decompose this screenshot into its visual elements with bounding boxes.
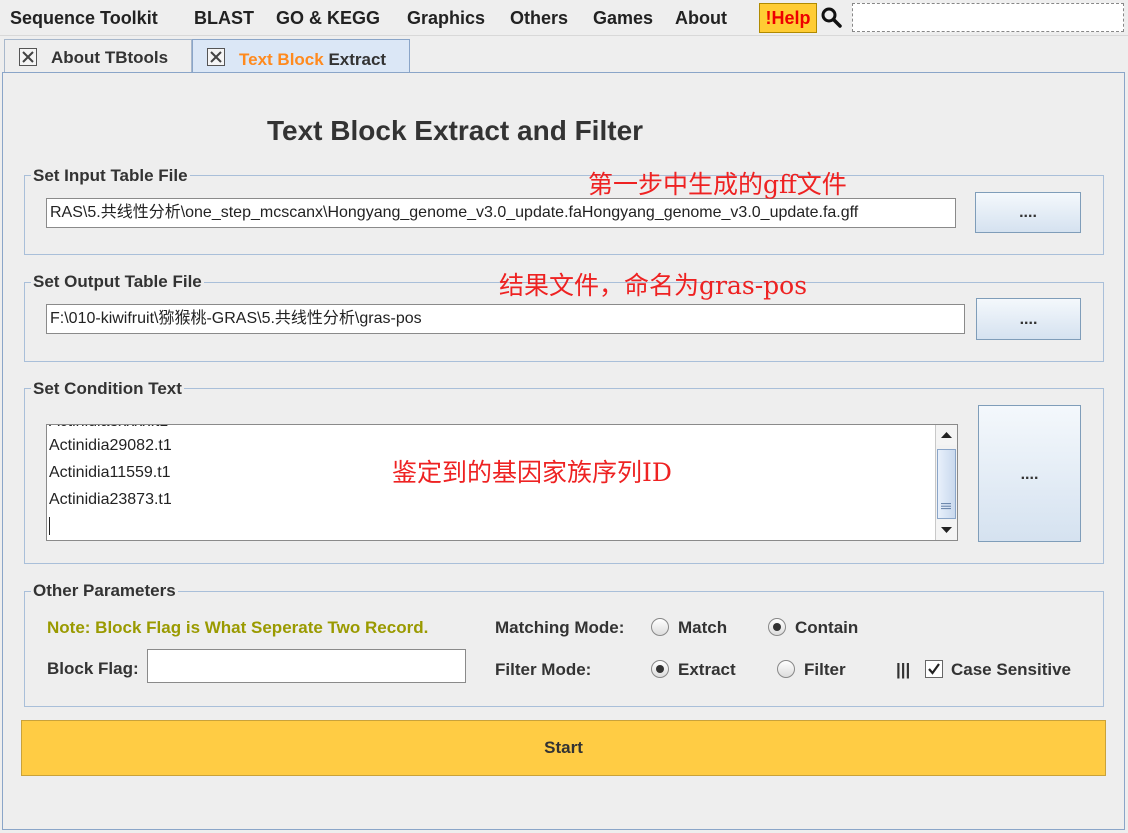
start-button[interactable]: Start: [21, 720, 1106, 776]
extract-radio-label[interactable]: Extract: [678, 660, 736, 680]
search-icon[interactable]: [820, 6, 844, 30]
menu-sequence-toolkit[interactable]: Sequence Toolkit: [10, 8, 158, 29]
output-section-title: Set Output Table File: [31, 272, 204, 292]
scroll-thumb[interactable]: [937, 449, 956, 519]
input-browse-button[interactable]: ....: [975, 192, 1081, 233]
scroll-down-icon[interactable]: [936, 520, 957, 540]
params-section-title: Other Parameters: [31, 581, 178, 601]
filter-radio[interactable]: [777, 660, 795, 678]
filter-mode-label: Filter Mode:: [495, 660, 592, 679]
output-browse-button[interactable]: ....: [976, 298, 1081, 340]
textarea-line: Actinidia29082.t1: [49, 437, 172, 454]
matching-mode-label: Matching Mode:: [495, 618, 625, 637]
menu-graphics[interactable]: Graphics: [407, 8, 485, 29]
menu-about[interactable]: About: [675, 8, 727, 29]
scroll-up-icon[interactable]: [936, 425, 957, 445]
condition-annotation: 鉴定到的基因家族序列ID: [392, 458, 672, 487]
match-radio-label[interactable]: Match: [678, 618, 727, 638]
tab-about-tbtools[interactable]: About TBtools: [4, 39, 192, 73]
checkmark-icon: [928, 663, 940, 675]
extract-radio[interactable]: [651, 660, 669, 678]
separator: |||: [896, 660, 911, 679]
menu-others[interactable]: Others: [510, 8, 568, 29]
condition-browse-button[interactable]: ....: [978, 405, 1081, 542]
tab-text-block-extract[interactable]: Text Block Extract: [192, 39, 410, 74]
help-button[interactable]: !Help: [759, 3, 817, 33]
condition-section-title: Set Condition Text: [31, 379, 184, 399]
input-section-title: Set Input Table File: [31, 166, 190, 186]
output-annotation: 结果文件，命名为gras-pos: [499, 271, 808, 300]
block-flag-input[interactable]: [147, 649, 466, 683]
match-radio[interactable]: [651, 618, 669, 636]
textarea-line: Actinidia23873.t1: [49, 491, 172, 508]
input-annotation: 第一步中生成的gff文件: [588, 170, 847, 199]
textarea-partial-line: Actinidia3xxxx.t1: [49, 425, 168, 431]
textarea-line: Actinidia11559.t1: [49, 464, 171, 481]
contain-radio-label[interactable]: Contain: [795, 618, 858, 638]
tab-label: Text Block Extract: [239, 50, 387, 69]
menu-games[interactable]: Games: [593, 8, 653, 29]
input-file-path-field[interactable]: RAS\5.共线性分析\one_step_mcscanx\Hongyang_ge…: [46, 198, 956, 228]
case-sensitive-label[interactable]: Case Sensitive: [951, 660, 1071, 680]
block-flag-note: Note: Block Flag is What Seperate Two Re…: [47, 618, 429, 637]
output-file-path-field[interactable]: F:\010-kiwifruit\猕猴桃-GRAS\5.共线性分析\gras-p…: [46, 304, 965, 334]
page-title: Text Block Extract and Filter: [267, 115, 644, 146]
close-icon[interactable]: [207, 48, 225, 66]
close-icon[interactable]: [19, 48, 37, 66]
menu-blast[interactable]: BLAST: [194, 8, 254, 29]
case-sensitive-checkbox[interactable]: [925, 660, 943, 678]
text-cursor: [49, 517, 50, 535]
textarea-scrollbar[interactable]: [935, 425, 957, 540]
tab-label: About TBtools: [51, 48, 169, 67]
search-input[interactable]: [852, 3, 1124, 32]
menu-go-kegg[interactable]: GO & KEGG: [276, 8, 380, 29]
filter-radio-label[interactable]: Filter: [804, 660, 846, 680]
menu-bar: Sequence Toolkit BLAST GO & KEGG Graphic…: [0, 0, 1128, 36]
contain-radio[interactable]: [768, 618, 786, 636]
block-flag-label: Block Flag:: [47, 659, 139, 678]
